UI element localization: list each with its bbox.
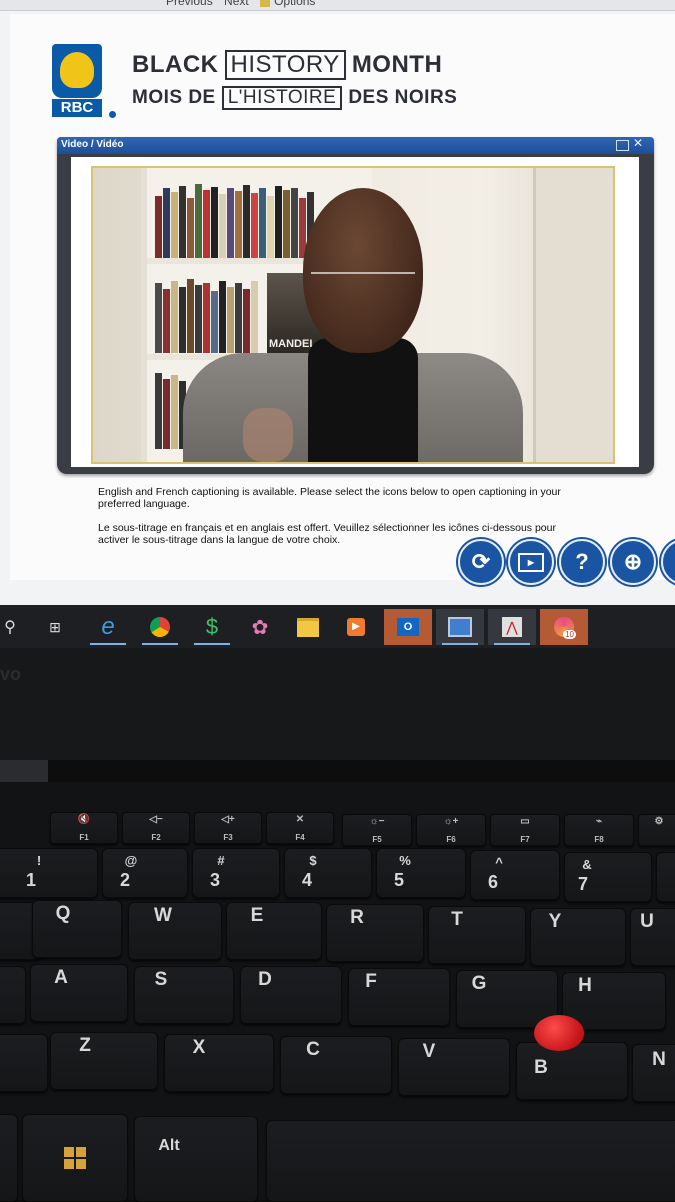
notifications-icon[interactable]: 10: [540, 609, 588, 645]
key-1[interactable]: !1: [0, 848, 98, 898]
key-f4[interactable]: ✕F4: [266, 812, 334, 844]
key-t[interactable]: T: [428, 906, 526, 964]
key-alt[interactable]: Alt: [134, 1116, 258, 1202]
key-shift[interactable]: [0, 1034, 48, 1092]
key-f1[interactable]: 🔇F1: [50, 812, 118, 844]
outlook-icon[interactable]: O: [384, 609, 432, 645]
replay-button[interactable]: ⟳: [458, 539, 504, 585]
key-f9[interactable]: ⚙: [638, 814, 675, 846]
help-button[interactable]: ?: [559, 539, 605, 585]
video-window-title: Video / Vidéo: [61, 139, 123, 150]
options-label: Options: [274, 0, 315, 8]
browser-toolbar: Previous Next Options: [0, 0, 675, 11]
key-y[interactable]: Y: [530, 908, 626, 966]
key-a[interactable]: A: [30, 964, 128, 1022]
acrobat-icon[interactable]: ⋀: [488, 609, 536, 645]
title-english: BLACK HISTORY MONTH: [132, 48, 457, 82]
captions-button[interactable]: ▶: [508, 539, 554, 585]
key-z[interactable]: Z: [50, 1032, 158, 1090]
network-app-icon[interactable]: [436, 609, 484, 645]
video-window-titlebar[interactable]: Video / Vidéo ✕: [57, 137, 654, 154]
key-f7[interactable]: ▭F7: [490, 814, 560, 846]
key-s[interactable]: S: [134, 966, 234, 1024]
key-f[interactable]: F: [348, 968, 450, 1026]
file-explorer-icon[interactable]: [284, 609, 332, 645]
task-view-icon[interactable]: ⊞: [31, 609, 79, 645]
chrome-icon[interactable]: [136, 609, 184, 645]
key-v[interactable]: V: [398, 1038, 510, 1096]
notification-badge: 10: [563, 630, 576, 639]
key-f3[interactable]: ◁+F3: [194, 812, 262, 844]
key-b[interactable]: B: [516, 1042, 628, 1100]
caption-text-english: English and French captioning is availab…: [98, 486, 568, 510]
key-f8[interactable]: ⌁F8: [564, 814, 634, 846]
key-4[interactable]: $4: [284, 848, 372, 898]
key-q[interactable]: Q: [32, 900, 122, 958]
close-icon[interactable]: ✕: [633, 139, 644, 148]
key-f2[interactable]: ◁−F2: [122, 812, 190, 844]
video-window: Video / Vidéo ✕: [57, 137, 654, 474]
key-f5[interactable]: ☼−F5: [342, 814, 412, 846]
key-space[interactable]: [266, 1120, 675, 1202]
key-3[interactable]: #3: [192, 848, 280, 898]
title-word: MOIS DE: [132, 87, 216, 109]
video-panel: MANDEL: [71, 157, 639, 467]
page-title: BLACK HISTORY MONTH MOIS DE L'HISTOIRE D…: [132, 48, 457, 112]
key-f6[interactable]: ☼+F6: [416, 814, 486, 846]
key-d[interactable]: D: [240, 966, 342, 1024]
search-icon[interactable]: ⚲: [0, 609, 34, 645]
key-e[interactable]: E: [226, 902, 322, 960]
key-c[interactable]: C: [280, 1036, 392, 1094]
rbc-logo-text: RBC: [52, 99, 102, 117]
key-6[interactable]: ^6: [470, 850, 560, 900]
captions-icon: ▶: [518, 553, 544, 572]
video-player[interactable]: MANDEL: [91, 166, 615, 464]
key-r[interactable]: R: [326, 904, 424, 962]
internet-explorer-icon[interactable]: e: [84, 609, 132, 645]
windows-taskbar: ⚲ ⊞ e $ ✿ ▶ O ⋀ 10: [0, 605, 675, 648]
key-8[interactable]: [656, 852, 675, 902]
help-icon: ?: [575, 549, 588, 575]
caption-text-french: Le sous-titrage en français et en anglai…: [98, 522, 568, 546]
key-fn[interactable]: [0, 1114, 18, 1202]
language-button[interactable]: ⊕: [610, 539, 656, 585]
options-icon: [260, 0, 270, 7]
globe-icon: ⊕: [624, 549, 642, 575]
key-5[interactable]: %5: [376, 848, 466, 898]
rbc-logo: RBC: [52, 44, 104, 118]
laptop-brand: vo: [0, 664, 21, 685]
key-x[interactable]: X: [164, 1034, 274, 1092]
key-w[interactable]: W: [128, 902, 222, 960]
rbc-lion-shield-icon: [52, 44, 102, 98]
key-2[interactable]: @2: [102, 848, 188, 898]
screen: Previous Next Options RBC BLACK HISTORY …: [0, 0, 675, 648]
spreadsheet-app-icon[interactable]: $: [188, 609, 236, 645]
title-word: MONTH: [352, 51, 442, 79]
speaker: [183, 188, 523, 462]
key-windows[interactable]: [22, 1114, 128, 1202]
title-word: BLACK: [132, 51, 219, 79]
media-player-icon[interactable]: ▶: [332, 609, 380, 645]
key-caps[interactable]: [0, 966, 26, 1024]
next-button[interactable]: Next: [224, 0, 249, 8]
trackpoint[interactable]: [534, 1015, 584, 1051]
title-boxed-word: HISTORY: [225, 50, 346, 80]
previous-button[interactable]: Previous: [166, 0, 213, 8]
replay-icon: ⟳: [472, 549, 490, 575]
laptop-bezel: [0, 648, 675, 760]
title-word: DES NOIRS: [348, 87, 457, 109]
course-navigation: Previous Next Options: [166, 0, 331, 8]
key-7[interactable]: &7: [564, 852, 652, 902]
options-button[interactable]: Options: [260, 0, 323, 8]
title-boxed-word: L'HISTOIRE: [222, 86, 343, 111]
key-u[interactable]: U: [630, 908, 675, 966]
maximize-icon[interactable]: [616, 140, 629, 151]
key-n[interactable]: N: [632, 1044, 675, 1102]
paint-icon[interactable]: ✿: [236, 609, 284, 645]
windows-logo-icon: [64, 1147, 86, 1169]
title-french: MOIS DE L'HISTOIRE DES NOIRS: [132, 84, 457, 112]
